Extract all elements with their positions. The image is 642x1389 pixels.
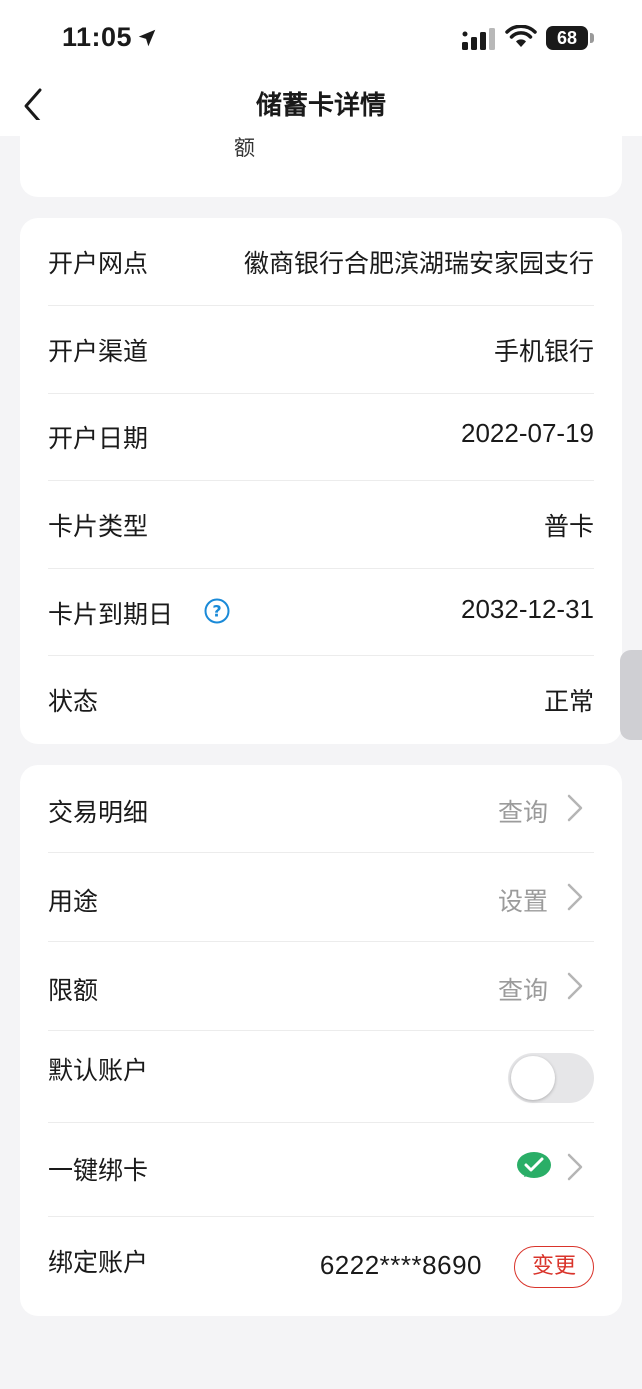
chevron-right-icon xyxy=(567,1153,583,1181)
action-label: 绑定账户 xyxy=(48,1248,149,1277)
scroll-handle[interactable] xyxy=(620,650,642,740)
info-value: 徽商银行合肥滨湖瑞安家园支行 xyxy=(243,249,594,278)
balance-card: 额 xyxy=(20,120,622,197)
action-label: 交易明细 xyxy=(48,798,149,827)
battery-nub xyxy=(590,33,594,43)
action-value: 查询 xyxy=(497,798,548,827)
chevron-right-icon xyxy=(567,794,583,822)
action-label: 默认账户 xyxy=(48,1056,149,1085)
svg-text:?: ? xyxy=(212,602,221,621)
bound-account-number: 6222****8690 xyxy=(319,1250,482,1280)
info-value: 2022-07-19 xyxy=(461,418,594,448)
info-row-expiry: 卡片到期日 ? 2032-12-31 xyxy=(48,569,594,656)
card-actions-section: 交易明细 查询 用途 设置 限额 查询 默认账户 一键绑卡 绑定账户 6222*… xyxy=(20,765,622,1316)
location-arrow-icon xyxy=(138,29,156,47)
wechat-pay-icon xyxy=(517,1152,551,1178)
cellular-signal-icon xyxy=(462,28,495,50)
status-bar: 11:05 68 xyxy=(0,0,642,76)
bound-account-row: 绑定账户 6222****8690 变更 xyxy=(48,1217,594,1316)
info-label: 开户日期 xyxy=(48,424,149,453)
battery-level: 68 xyxy=(556,28,578,48)
status-value: 正常 xyxy=(543,687,594,716)
card-info-section: 开户网点 徽商银行合肥滨湖瑞安家园支行 开户渠道 手机银行 开户日期 2022-… xyxy=(20,218,622,744)
usage-row[interactable]: 用途 设置 xyxy=(48,853,594,942)
action-value: 查询 xyxy=(497,976,548,1005)
one-click-bind-row[interactable]: 一键绑卡 xyxy=(48,1123,594,1217)
info-value: 2032-12-31 xyxy=(461,594,594,624)
battery-icon: 68 xyxy=(546,26,588,50)
info-label: 开户网点 xyxy=(48,249,149,278)
action-label: 一键绑卡 xyxy=(48,1156,149,1185)
partial-label: 额 xyxy=(234,136,255,160)
info-row-status: 状态 正常 xyxy=(48,656,594,744)
info-label: 卡片到期日 xyxy=(48,600,174,629)
chevron-right-icon xyxy=(567,883,583,911)
info-row-channel: 开户渠道 手机银行 xyxy=(48,306,594,394)
status-time: 11:05 xyxy=(62,22,133,52)
action-label: 限额 xyxy=(48,976,99,1005)
default-account-toggle[interactable] xyxy=(508,1053,594,1103)
info-row-branch: 开户网点 徽商银行合肥滨湖瑞安家园支行 xyxy=(48,218,594,306)
info-label: 开户渠道 xyxy=(48,337,149,366)
change-button[interactable]: 变更 xyxy=(514,1246,594,1288)
action-label: 用途 xyxy=(48,887,99,916)
toggle-knob xyxy=(511,1056,555,1100)
info-label: 卡片类型 xyxy=(48,512,149,541)
info-label: 状态 xyxy=(48,687,99,716)
wifi-icon xyxy=(505,25,537,47)
transaction-detail-row[interactable]: 交易明细 查询 xyxy=(48,765,594,853)
default-account-row: 默认账户 xyxy=(48,1031,594,1123)
info-row-card-type: 卡片类型 普卡 xyxy=(48,481,594,569)
limit-row[interactable]: 限额 查询 xyxy=(48,942,594,1031)
info-row-open-date: 开户日期 2022-07-19 xyxy=(48,394,594,481)
info-value: 普卡 xyxy=(543,512,594,541)
chevron-right-icon xyxy=(567,972,583,1000)
question-circle-icon[interactable]: ? xyxy=(204,598,230,624)
action-value: 设置 xyxy=(497,887,548,916)
info-value: 手机银行 xyxy=(493,337,594,366)
